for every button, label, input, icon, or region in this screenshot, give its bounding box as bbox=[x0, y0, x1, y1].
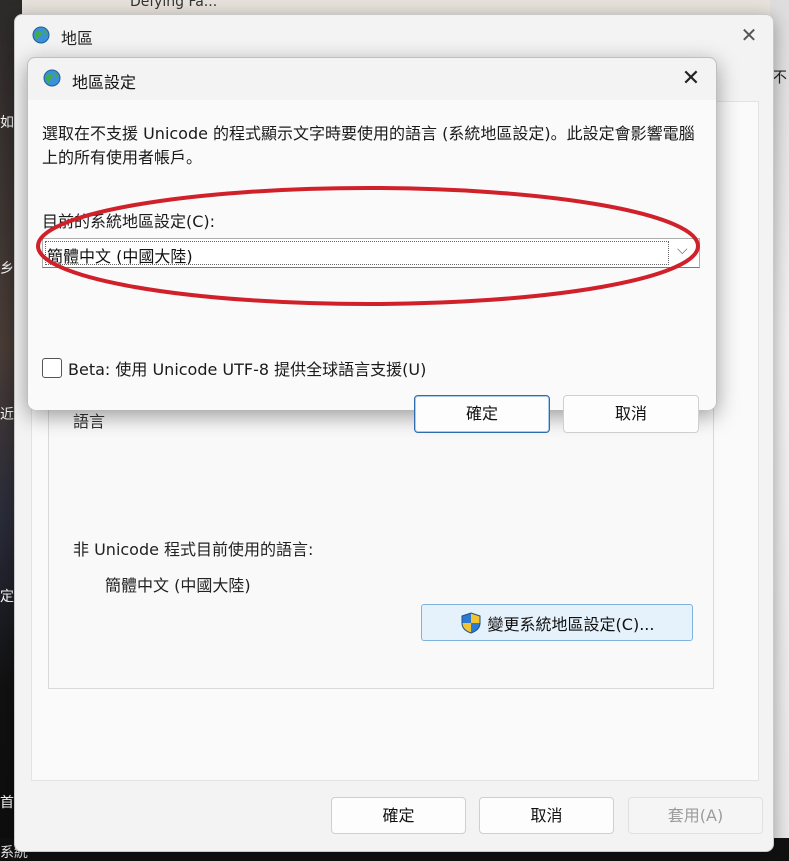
language-heading: 語言 bbox=[73, 412, 106, 431]
region-dialog-titlebar: 地區 ✕ bbox=[15, 15, 773, 55]
close-icon[interactable]: ✕ bbox=[737, 23, 761, 47]
beta-utf8-checkbox[interactable] bbox=[42, 358, 62, 378]
language-group: 語言 非 Unicode 程式目前使用的語言: 簡體中文 (中國大陸) 變更系統… bbox=[48, 407, 714, 689]
non-unicode-value: 簡體中文 (中國大陸) bbox=[105, 576, 251, 595]
region-settings-title: 地區設定 bbox=[72, 73, 137, 92]
region-dialog-title: 地區 bbox=[61, 29, 94, 48]
cancel-button[interactable]: 取消 bbox=[563, 395, 699, 433]
non-unicode-label: 非 Unicode 程式目前使用的語言: bbox=[73, 540, 314, 559]
cancel-button[interactable]: 取消 bbox=[479, 797, 614, 834]
ok-button[interactable]: 確定 bbox=[414, 395, 550, 433]
chevron-down-icon: ⌵ bbox=[677, 242, 688, 258]
ok-button[interactable]: 確定 bbox=[331, 797, 466, 834]
background-window-title: Defying Fa... bbox=[130, 0, 218, 10]
globe-icon bbox=[32, 26, 50, 44]
beta-utf8-option[interactable]: Beta: 使用 Unicode UTF-8 提供全球語言支援(U) bbox=[42, 356, 426, 380]
background-text: 不 bbox=[772, 68, 788, 86]
region-settings-dialog: 地區設定 ✕ 選取在不支援 Unicode 的程式顯示文字時要使用的語言 (系統… bbox=[27, 57, 717, 433]
close-icon[interactable]: ✕ bbox=[678, 66, 704, 92]
region-settings-body: 選取在不支援 Unicode 的程式顯示文字時要使用的語言 (系統地區設定)。此… bbox=[28, 100, 716, 433]
current-locale-label: 目前的系統地區設定(C): bbox=[42, 212, 216, 231]
system-locale-value: 簡體中文 (中國大陸) bbox=[47, 247, 193, 266]
locale-description: 選取在不支援 Unicode 的程式顯示文字時要使用的語言 (系統地區設定)。此… bbox=[42, 124, 695, 167]
apply-button[interactable]: 套用(A) bbox=[628, 797, 763, 834]
change-system-locale-button[interactable]: 變更系統地區設定(C)... bbox=[421, 604, 693, 641]
change-system-locale-label: 變更系統地區設定(C)... bbox=[487, 614, 655, 634]
globe-icon bbox=[43, 69, 61, 87]
system-locale-dropdown[interactable]: 簡體中文 (中國大陸) ⌵ bbox=[42, 238, 700, 268]
shield-icon bbox=[461, 611, 481, 634]
beta-utf8-label: Beta: 使用 Unicode UTF-8 提供全球語言支援(U) bbox=[68, 360, 427, 379]
